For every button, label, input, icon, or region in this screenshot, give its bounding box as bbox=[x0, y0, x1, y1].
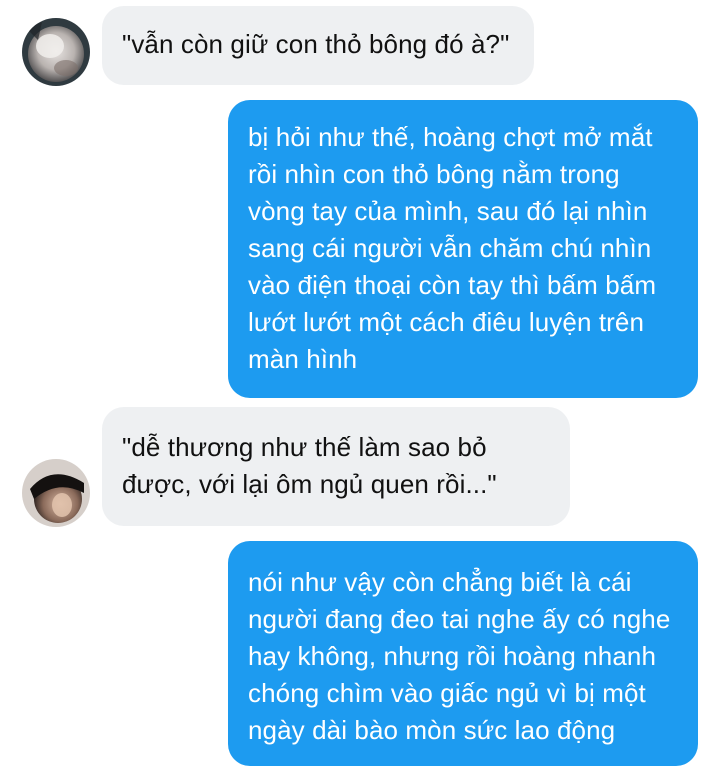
avatar[interactable] bbox=[22, 459, 90, 527]
message-bubble-incoming: "vẫn còn giữ con thỏ bông đó à?" bbox=[102, 6, 534, 85]
message-bubble-incoming: "dễ thương như thế làm sao bỏ được, với … bbox=[102, 407, 570, 526]
avatar[interactable] bbox=[22, 18, 90, 86]
message-bubble-outgoing: bị hỏi như thế, hoàng chợt mở mắt rồi nh… bbox=[228, 100, 698, 398]
message-bubble-outgoing: nói như vậy còn chẳng biết là cái người … bbox=[228, 541, 698, 766]
user-avatar-icon bbox=[22, 18, 90, 86]
user-avatar-icon bbox=[22, 459, 90, 527]
